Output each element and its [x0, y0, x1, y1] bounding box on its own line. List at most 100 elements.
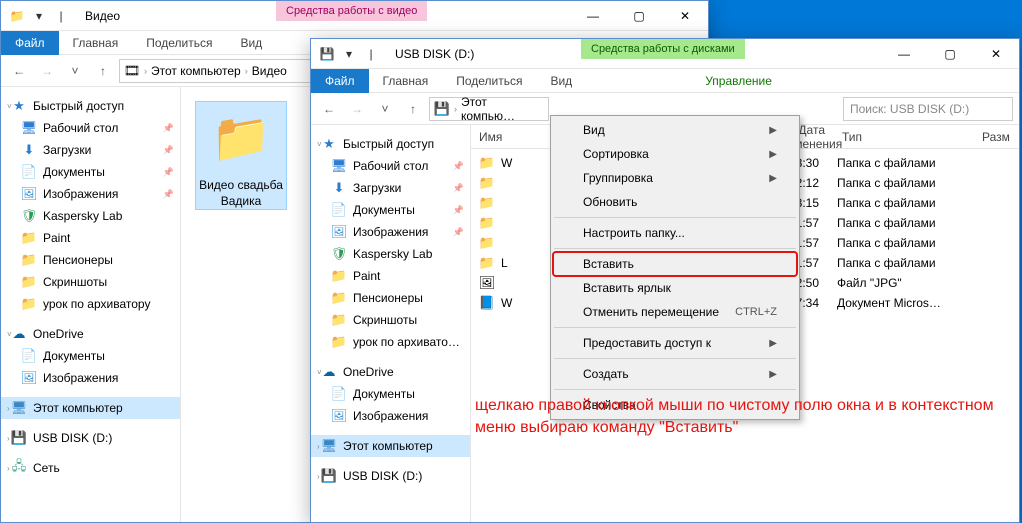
- nav-item[interactable]: 📄Документы: [1, 161, 180, 183]
- ribbon-file[interactable]: Файл: [1, 31, 59, 55]
- nav-item[interactable]: 🖼Изображения: [311, 221, 470, 243]
- ribbon-file[interactable]: Файл: [311, 69, 369, 93]
- menu-label: Вставить ярлык: [583, 281, 671, 295]
- nav-label: USB DISK (D:): [33, 431, 112, 445]
- back-button[interactable]: ←: [7, 59, 31, 83]
- menu-separator: [554, 358, 796, 359]
- nav-item[interactable]: 🛡Kaspersky Lab: [1, 205, 180, 227]
- nav-onedrive[interactable]: ˅☁OneDrive: [1, 323, 180, 345]
- nav-item-icon: 📁: [331, 312, 347, 328]
- up-button[interactable]: ↑: [91, 59, 115, 83]
- chevron-right-icon: ›: [144, 66, 147, 76]
- save-icon[interactable]: ▾: [31, 8, 47, 24]
- nav-item[interactable]: 🖥 Рабочий стол: [311, 155, 470, 177]
- close-button[interactable]: ✕: [662, 1, 708, 31]
- forward-button[interactable]: →: [35, 59, 59, 83]
- menu-separator: [554, 248, 796, 249]
- nav-item[interactable]: 📄Документы: [311, 383, 470, 405]
- nav-item[interactable]: 📁урок по архивато…: [311, 331, 470, 353]
- menu-item[interactable]: Сортировка▶: [553, 142, 797, 166]
- nav-this-pc[interactable]: ›🖥Этот компьютер: [1, 397, 180, 419]
- col-name[interactable]: Имя: [471, 130, 541, 144]
- context-menu[interactable]: Вид▶Сортировка▶Группировка▶Обновить Настр…: [550, 115, 800, 420]
- menu-item[interactable]: Группировка▶: [553, 166, 797, 190]
- ribbon-share[interactable]: Поделиться: [442, 69, 536, 93]
- address-bar[interactable]: 💾 › Этот компью…: [429, 97, 549, 121]
- nav-item-icon: 🖥: [331, 158, 347, 174]
- menu-item[interactable]: Отменить перемещение CTRL+Z: [553, 300, 797, 324]
- nav-item[interactable]: 🖼Изображения: [1, 367, 180, 389]
- minimize-button[interactable]: —: [570, 1, 616, 31]
- nav-item[interactable]: 📁Скриншоты: [311, 309, 470, 331]
- forward-button[interactable]: →: [345, 97, 369, 121]
- menu-item[interactable]: Вставить: [553, 252, 797, 276]
- menu-label: Отменить перемещение: [583, 305, 719, 319]
- nav-pane[interactable]: ˅★Быстрый доступ 🖥Рабочий стол⬇Загрузки📄…: [311, 125, 471, 522]
- ribbon-share[interactable]: Поделиться: [132, 31, 226, 55]
- recent-button[interactable]: ˅: [373, 97, 397, 121]
- menu-separator: [554, 327, 796, 328]
- cell-name: L: [501, 256, 551, 270]
- nav-network[interactable]: ›🖧Сеть: [1, 457, 180, 479]
- ribbon-home[interactable]: Главная: [369, 69, 443, 93]
- ribbon-manage[interactable]: Управление: [691, 69, 786, 93]
- nav-item[interactable]: 📁Paint: [1, 227, 180, 249]
- menu-item[interactable]: Обновить: [553, 190, 797, 214]
- nav-item-label: Документы: [353, 387, 415, 401]
- usb-icon: 💾: [321, 468, 337, 484]
- menu-shortcut: CTRL+Z: [735, 306, 777, 318]
- menu-item[interactable]: Предоставить доступ к▶: [553, 331, 797, 355]
- nav-item[interactable]: 📁Пенсионеры: [311, 287, 470, 309]
- ribbon-view[interactable]: Вид: [536, 69, 586, 93]
- titlebar[interactable]: 💾 ▾ | USB DISK (D:) Средства работы с ди…: [311, 39, 1019, 69]
- nav-item-label: Загрузки: [43, 143, 91, 157]
- contextual-tab[interactable]: Средства работы с дисками: [581, 39, 745, 59]
- up-button[interactable]: ↑: [401, 97, 425, 121]
- file-icon: 📘: [479, 295, 495, 311]
- nav-quick-access[interactable]: ˅★Быстрый доступ: [311, 133, 470, 155]
- menu-item[interactable]: Настроить папку...: [553, 221, 797, 245]
- nav-item[interactable]: 📁Пенсионеры: [1, 249, 180, 271]
- recent-button[interactable]: ˅: [63, 59, 87, 83]
- nav-quick-access[interactable]: ˅★Быстрый доступ: [1, 95, 180, 117]
- nav-item[interactable]: 📄Документы: [1, 345, 180, 367]
- video-icon: 🎞: [124, 63, 140, 79]
- breadcrumb-segment[interactable]: Видео: [252, 64, 287, 78]
- menu-item[interactable]: Создать▶: [553, 362, 797, 386]
- col-type[interactable]: Тип: [834, 130, 974, 144]
- back-button[interactable]: ←: [317, 97, 341, 121]
- col-size[interactable]: Разм: [974, 130, 1019, 144]
- ribbon-view[interactable]: Вид: [226, 31, 276, 55]
- nav-item[interactable]: 📁урок по архиватору: [1, 293, 180, 315]
- nav-this-pc[interactable]: ›🖥Этот компьютер: [311, 435, 470, 457]
- nav-item[interactable]: ⬇Загрузки: [1, 139, 180, 161]
- titlebar[interactable]: 📁 ▾ | Видео Средства работы с видео — ▢ …: [1, 1, 708, 31]
- minimize-button[interactable]: —: [881, 39, 927, 69]
- folder-tile[interactable]: 📁 Видео свадьба Вадика: [196, 102, 286, 209]
- nav-item-label: Изображения: [43, 187, 118, 201]
- nav-item[interactable]: 📁Скриншоты: [1, 271, 180, 293]
- maximize-button[interactable]: ▢: [927, 39, 973, 69]
- nav-item[interactable]: ⬇Загрузки: [311, 177, 470, 199]
- nav-item[interactable]: 🛡Kaspersky Lab: [311, 243, 470, 265]
- nav-item-label: Рабочий стол: [353, 159, 428, 173]
- contextual-tab[interactable]: Средства работы с видео: [276, 1, 427, 21]
- breadcrumb-segment[interactable]: Этот компью…: [461, 95, 544, 123]
- nav-item[interactable]: 📄Документы: [311, 199, 470, 221]
- nav-pane[interactable]: ˅★Быстрый доступ 🖥Рабочий стол⬇Загрузки📄…: [1, 87, 181, 522]
- maximize-button[interactable]: ▢: [616, 1, 662, 31]
- breadcrumb-segment[interactable]: Этот компьютер: [151, 64, 241, 78]
- nav-item[interactable]: 🖥Рабочий стол: [1, 117, 180, 139]
- menu-item[interactable]: Вид▶: [553, 118, 797, 142]
- nav-item[interactable]: 🖼Изображения: [1, 183, 180, 205]
- nav-usb[interactable]: ›💾USB DISK (D:): [1, 427, 180, 449]
- nav-onedrive[interactable]: ˅☁OneDrive: [311, 361, 470, 383]
- close-button[interactable]: ✕: [973, 39, 1019, 69]
- save-icon[interactable]: ▾: [341, 46, 357, 62]
- ribbon-home[interactable]: Главная: [59, 31, 133, 55]
- menu-item[interactable]: Вставить ярлык: [553, 276, 797, 300]
- nav-usb[interactable]: ›💾USB DISK (D:): [311, 465, 470, 487]
- search-input[interactable]: Поиск: USB DISK (D:): [843, 97, 1013, 121]
- nav-item[interactable]: 📁Paint: [311, 265, 470, 287]
- nav-item[interactable]: 🖼Изображения: [311, 405, 470, 427]
